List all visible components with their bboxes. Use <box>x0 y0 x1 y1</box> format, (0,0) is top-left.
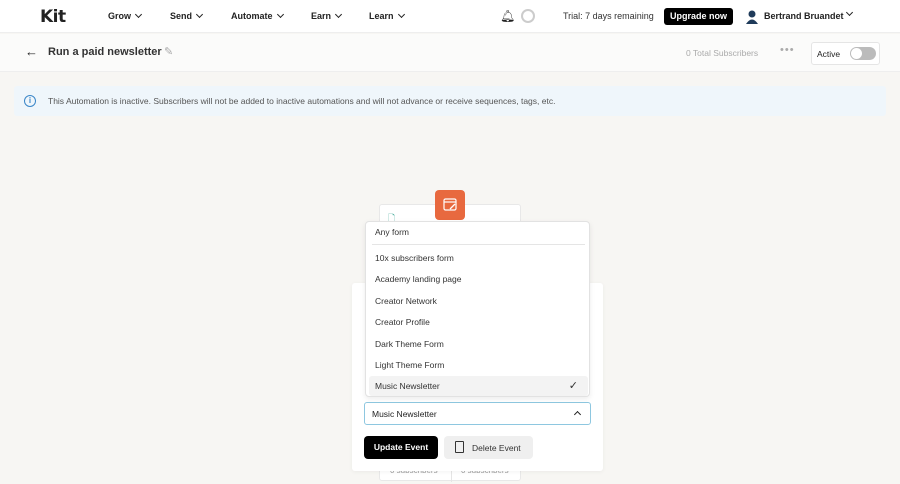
nav-send[interactable]: Send <box>170 10 204 21</box>
dropdown-option[interactable]: 10x subscribers form <box>369 248 588 268</box>
dropdown-option[interactable]: Creator Network <box>369 291 588 311</box>
delete-event-label: Delete Event <box>472 443 521 453</box>
dropdown-option[interactable]: Creator Profile <box>369 312 588 332</box>
upgrade-button[interactable]: Upgrade now <box>664 8 733 25</box>
nav-label: Automate <box>231 11 273 21</box>
nav-grow[interactable]: Grow <box>108 10 143 21</box>
dropdown-option[interactable]: Dark Theme Form <box>369 334 588 354</box>
trial-status: Trial: 7 days remaining <box>563 11 654 21</box>
top-nav: Kit Grow Send Automate Earn Learn 🔔︎ Tri… <box>0 0 900 33</box>
chevron-down-icon <box>334 10 343 19</box>
back-arrow-icon[interactable]: ← <box>25 44 38 59</box>
user-menu[interactable]: Bertrand Bruandet <box>745 8 857 25</box>
nav-label: Send <box>170 11 193 21</box>
checkmark-icon: ✓ <box>568 380 578 392</box>
chevron-down-icon <box>195 10 204 19</box>
form-dropdown-menu: Any form 10x subscribers form Academy la… <box>365 221 590 397</box>
form-select-value: Music Newsletter <box>372 409 437 419</box>
form-trigger-icon <box>435 190 465 220</box>
automation-header: ← Run a paid newsletter ✎ 0 Total Subscr… <box>0 34 900 72</box>
option-label: Music Newsletter <box>375 381 440 391</box>
dropdown-option-selected[interactable]: Music Newsletter ✓ <box>369 376 588 396</box>
nav-learn[interactable]: Learn <box>369 10 405 21</box>
avatar-icon <box>746 10 758 24</box>
loading-circle-icon <box>521 9 535 23</box>
kit-logo[interactable]: Kit <box>40 7 66 27</box>
more-options-icon[interactable]: ••• <box>780 44 795 56</box>
user-name: Bertrand Bruandet <box>764 11 844 21</box>
info-icon: i <box>24 95 36 107</box>
active-toggle-container: Active <box>811 42 880 65</box>
chevron-down-icon <box>134 10 143 19</box>
chevron-down-icon <box>397 10 405 19</box>
total-subscribers: 0 Total Subscribers <box>686 48 759 58</box>
chevron-down-icon <box>276 10 284 19</box>
dropdown-option[interactable]: Academy landing page <box>369 269 588 289</box>
banner-text: This Automation is inactive. Subscribers… <box>48 96 556 106</box>
divider <box>372 244 585 245</box>
edit-pencil-icon[interactable]: ✎ <box>164 45 173 58</box>
nav-label: Grow <box>108 11 132 21</box>
nav-label: Earn <box>311 11 332 21</box>
nav-label: Learn <box>369 11 394 21</box>
bell-icon[interactable]: 🔔︎ <box>500 9 515 23</box>
delete-event-button[interactable]: Delete Event <box>444 436 533 459</box>
nav-automate[interactable]: Automate <box>231 10 284 21</box>
dropdown-option[interactable]: Light Theme Form <box>369 355 588 375</box>
automation-title: Run a paid newsletter <box>48 46 162 58</box>
form-select[interactable]: Music Newsletter <box>364 402 591 425</box>
chevron-down-icon <box>845 8 854 17</box>
chevron-up-icon <box>573 410 582 419</box>
option-any-form[interactable]: Any form <box>369 222 588 242</box>
nav-earn[interactable]: Earn <box>311 10 343 21</box>
active-label: Active <box>817 49 841 59</box>
trash-icon <box>455 441 464 453</box>
update-event-button[interactable]: Update Event <box>364 436 438 459</box>
inactive-banner: i This Automation is inactive. Subscribe… <box>14 86 886 116</box>
active-toggle[interactable] <box>850 47 876 60</box>
